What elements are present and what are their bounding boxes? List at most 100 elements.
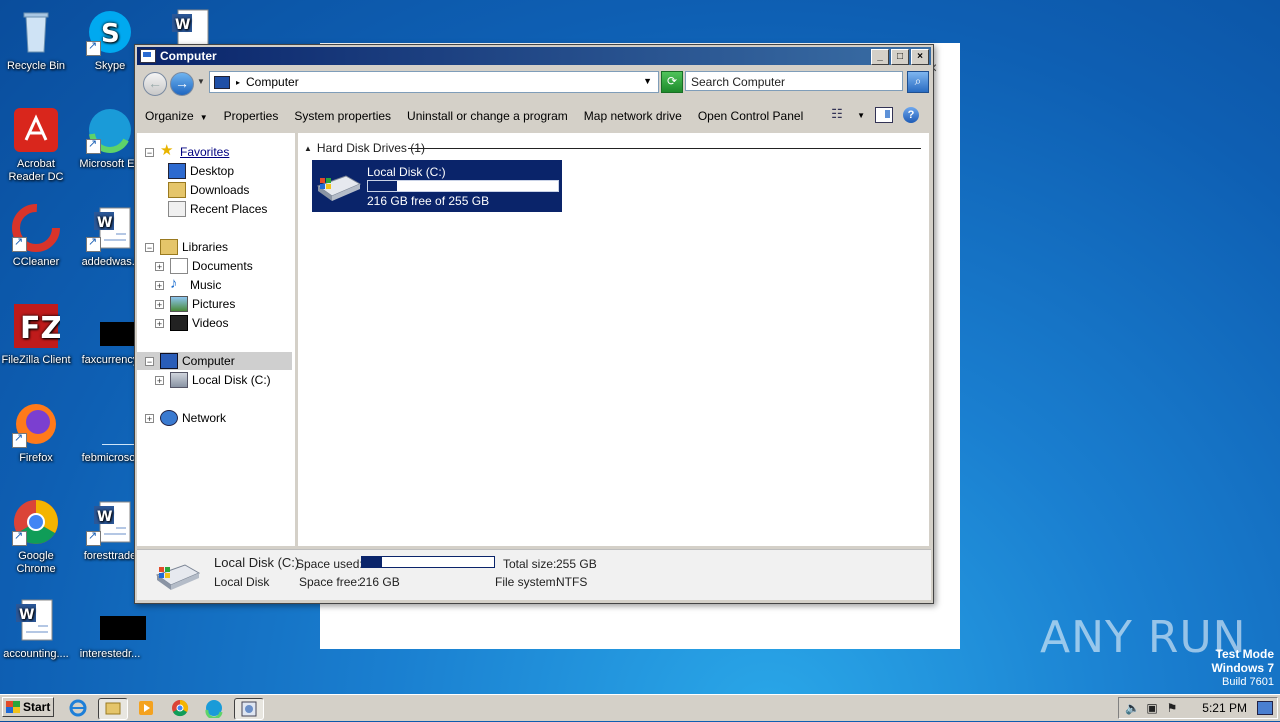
tree-item-desktop[interactable]: Desktop bbox=[168, 162, 234, 180]
system-tray: 🔈 ▣ ⚑ 5:21 PM bbox=[1118, 697, 1278, 719]
forward-button[interactable]: → bbox=[170, 72, 194, 96]
show-desktop-icon[interactable] bbox=[1257, 701, 1273, 715]
svg-text:FZ: FZ bbox=[20, 311, 60, 346]
change-view-icon[interactable] bbox=[831, 106, 847, 122]
system-properties-button[interactable]: System properties bbox=[286, 109, 399, 123]
collapse-group-icon[interactable]: ▲ bbox=[304, 144, 312, 153]
address-path: Computer bbox=[246, 75, 299, 89]
filezilla-icon: FZ bbox=[12, 302, 62, 350]
tree-item-documents[interactable]: + Documents bbox=[155, 257, 253, 275]
videos-icon bbox=[170, 315, 188, 331]
window-title: Computer bbox=[160, 49, 217, 63]
properties-button[interactable]: Properties bbox=[216, 109, 287, 123]
music-icon bbox=[170, 275, 186, 293]
tree-item-favorites[interactable]: − Favorites bbox=[145, 142, 229, 161]
speaker-icon[interactable]: 🔈 bbox=[1125, 701, 1140, 715]
close-button[interactable]: × bbox=[911, 49, 929, 65]
desktop-icon-acrobat[interactable]: Acrobat Reader DC bbox=[0, 106, 72, 184]
map-network-drive-button[interactable]: Map network drive bbox=[576, 109, 690, 123]
edge-icon[interactable] bbox=[204, 698, 224, 720]
expand-icon[interactable]: + bbox=[155, 375, 164, 385]
chevron-right-icon[interactable]: ▸ bbox=[236, 78, 240, 87]
open-control-panel-button[interactable]: Open Control Panel bbox=[690, 109, 811, 123]
view-options-dropdown-icon[interactable]: ▼ bbox=[857, 111, 865, 120]
drive-free-space: 216 GB free of 255 GB bbox=[367, 194, 490, 208]
windows-explorer-taskbar-button[interactable] bbox=[98, 698, 128, 720]
expand-icon[interactable]: + bbox=[145, 413, 154, 423]
title-bar[interactable]: Computer _ □ × bbox=[137, 47, 931, 65]
tree-item-local-disk[interactable]: + Local Disk (C:) bbox=[155, 371, 271, 389]
documents-icon bbox=[170, 258, 188, 274]
minimize-button[interactable]: _ bbox=[871, 49, 889, 65]
tree-item-videos[interactable]: + Videos bbox=[155, 314, 228, 332]
desktop-icon-recycle-bin[interactable]: Recycle Bin bbox=[0, 8, 72, 73]
drive-usage-fill bbox=[368, 181, 399, 191]
search-input[interactable]: Search Computer bbox=[685, 71, 903, 91]
tree-item-network[interactable]: + Network bbox=[145, 409, 226, 427]
edge-icon bbox=[86, 106, 134, 154]
libraries-icon bbox=[160, 239, 178, 255]
internet-explorer-icon[interactable] bbox=[68, 698, 88, 718]
space-free-value: 216 GB bbox=[359, 575, 400, 589]
tree-item-music[interactable]: + Music bbox=[155, 275, 221, 294]
start-button[interactable]: Start bbox=[2, 697, 54, 717]
group-divider bbox=[408, 148, 921, 149]
skype-icon: S bbox=[86, 8, 134, 56]
firefox-icon bbox=[12, 400, 60, 448]
network-icon bbox=[160, 410, 178, 426]
tree-item-downloads[interactable]: Downloads bbox=[168, 181, 249, 199]
pictures-icon bbox=[170, 296, 188, 312]
action-center-flag-icon[interactable]: ⚑ bbox=[1165, 701, 1179, 715]
tree-item-recent-places[interactable]: Recent Places bbox=[168, 200, 267, 218]
refresh-button[interactable]: ⟳ bbox=[661, 71, 683, 93]
expand-icon[interactable]: + bbox=[155, 299, 164, 309]
collapse-icon[interactable]: − bbox=[145, 242, 154, 252]
organize-button[interactable]: Organize ▼ bbox=[137, 109, 216, 123]
drive-name: Local Disk (C:) bbox=[367, 165, 446, 179]
search-icon[interactable]: ⌕ bbox=[907, 71, 929, 93]
chrome-icon bbox=[12, 498, 60, 546]
recent-pages-dropdown-icon[interactable]: ▼ bbox=[197, 77, 205, 86]
desktop-icon-interestedr[interactable]: interestedr... bbox=[74, 596, 146, 661]
drive-usage-bar bbox=[367, 180, 559, 192]
preview-pane-icon[interactable] bbox=[875, 107, 893, 123]
drive-tile-local-disk-c[interactable]: Local Disk (C:) 216 GB free of 255 GB bbox=[312, 160, 562, 212]
computer-icon bbox=[140, 49, 156, 63]
maximize-button[interactable]: □ bbox=[891, 49, 909, 65]
content-pane: ▲ Hard Disk Drives (1) Local Disk (C:) 2… bbox=[298, 133, 929, 546]
expand-icon[interactable]: + bbox=[155, 318, 164, 328]
expand-icon[interactable]: + bbox=[155, 280, 164, 290]
back-button[interactable]: ← bbox=[143, 72, 167, 96]
details-usage-bar bbox=[361, 556, 495, 568]
hard-disk-icon bbox=[316, 172, 362, 202]
clock[interactable]: 5:21 PM bbox=[1202, 701, 1247, 715]
media-player-icon[interactable] bbox=[136, 698, 156, 718]
desktop-icon-ccleaner[interactable]: CCleaner bbox=[0, 204, 72, 269]
desktop-icon-chrome[interactable]: Google Chrome bbox=[0, 498, 72, 576]
blank-doc-icon bbox=[86, 400, 144, 448]
group-header-hard-disk-drives[interactable]: ▲ Hard Disk Drives (1) bbox=[304, 141, 425, 155]
chrome-icon[interactable] bbox=[170, 698, 190, 718]
uninstall-program-button[interactable]: Uninstall or change a program bbox=[399, 109, 576, 123]
computer-icon bbox=[214, 75, 230, 89]
command-bar: Organize ▼ Properties System properties U… bbox=[137, 101, 931, 131]
address-history-dropdown-icon[interactable]: ▼ bbox=[643, 76, 652, 86]
running-app-taskbar-button[interactable] bbox=[234, 698, 264, 720]
expand-icon[interactable]: + bbox=[155, 261, 164, 271]
taskbar: Start 🔈 ▣ ⚑ 5:21 PM bbox=[0, 694, 1280, 721]
desktop-icon-firefox[interactable]: Firefox bbox=[0, 400, 72, 465]
desktop-icon-accounting[interactable]: W accounting.... bbox=[0, 596, 72, 661]
address-input[interactable]: ▸ Computer ▼ bbox=[209, 71, 659, 93]
network-tray-icon[interactable]: ▣ bbox=[1145, 701, 1159, 715]
collapse-icon[interactable]: − bbox=[145, 356, 154, 366]
word-doc-icon: W bbox=[86, 498, 134, 546]
star-icon bbox=[160, 142, 176, 160]
word-doc-icon: W bbox=[86, 204, 134, 252]
tree-item-libraries[interactable]: − Libraries bbox=[145, 238, 228, 256]
help-icon[interactable]: ? bbox=[903, 107, 919, 123]
svg-text:W: W bbox=[97, 215, 112, 231]
collapse-icon[interactable]: − bbox=[145, 147, 154, 157]
tree-item-pictures[interactable]: + Pictures bbox=[155, 295, 235, 313]
desktop-icon-filezilla[interactable]: FZ FileZilla Client bbox=[0, 302, 72, 367]
tree-item-computer[interactable]: − Computer bbox=[137, 352, 292, 370]
